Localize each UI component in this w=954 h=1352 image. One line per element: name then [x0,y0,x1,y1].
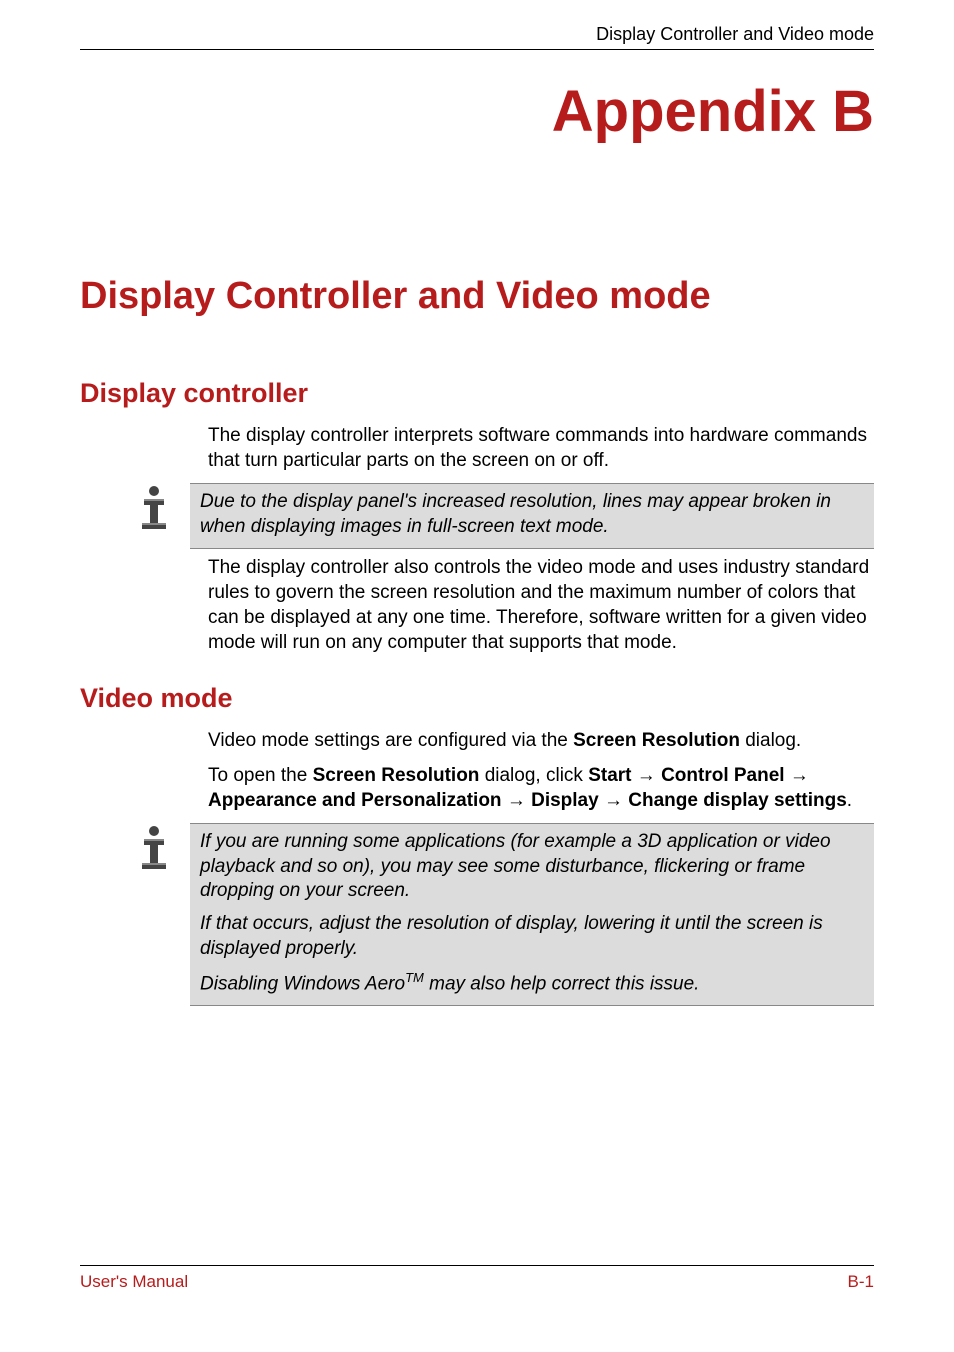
s2-note-p3b: may also help correct this issue. [424,973,700,994]
s2-p1-c: dialog. [740,730,801,751]
chapter-title: Display Controller and Video mode [80,275,874,318]
s2-p1-b: Screen Resolution [573,730,740,751]
nav-start: Start [588,765,631,786]
s2-note-p3a: Disabling Windows Aero [200,973,405,994]
s2-paragraph-2: To open the Screen Resolution dialog, cl… [208,763,874,813]
arrow-icon: → [604,790,623,811]
s1-note-box: Due to the display panel's increased res… [190,483,874,548]
tm-mark: TM [405,970,424,985]
nav-control-panel: Control Panel [661,765,785,786]
s2-note: If you are running some applications (fo… [134,823,874,1005]
s2-p2-c: dialog, click [479,765,588,786]
page-footer: User's Manual B-1 [80,1265,874,1292]
info-icon [134,483,190,536]
s1-paragraph-1: The display controller interprets softwa… [208,423,874,473]
s1-note: Due to the display panel's increased res… [134,483,874,548]
arrow-icon: → [507,790,526,811]
running-title-text: Display Controller and Video mode [596,24,874,44]
s2-p2-b: Screen Resolution [313,765,480,786]
s2-note-box: If you are running some applications (fo… [190,823,874,1005]
section-video-mode-title: Video mode [80,683,874,714]
nav-change-display-settings: Change display settings [628,790,847,811]
s2-note-p2: If that occurs, adjust the resolution of… [200,912,864,961]
s1-paragraph-2: The display controller also controls the… [208,555,874,655]
s2-period: . [847,790,852,811]
appendix-label: Appendix B [80,78,874,145]
info-icon [134,823,190,876]
s2-p2-a: To open the [208,765,313,786]
running-header: Display Controller and Video mode [80,24,874,50]
s2-p1-a: Video mode settings are configured via t… [208,730,573,751]
footer-right: B-1 [848,1272,874,1292]
section-display-controller-title: Display controller [80,378,874,409]
nav-display: Display [531,790,599,811]
footer-left: User's Manual [80,1272,188,1292]
nav-appearance: Appearance and Personalization [208,790,502,811]
s1-note-text: Due to the display panel's increased res… [200,490,864,539]
s2-paragraph-1: Video mode settings are configured via t… [208,728,874,753]
s2-note-p1: If you are running some applications (fo… [200,830,864,904]
arrow-icon: → [790,765,809,786]
s2-note-p3: Disabling Windows AeroTM may also help c… [200,970,864,997]
arrow-icon: → [637,765,656,786]
